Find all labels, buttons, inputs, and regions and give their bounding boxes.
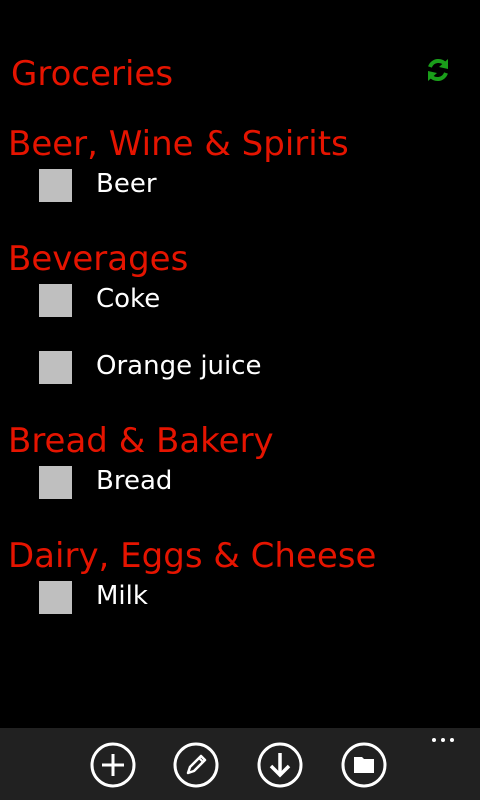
category-bread-bakery: Bread & Bakery Bread — [0, 417, 480, 532]
list-item[interactable]: Milk — [0, 580, 480, 647]
checkbox[interactable] — [39, 169, 72, 202]
category-beverages: Beverages Coke Orange juice — [0, 235, 480, 417]
header: Groceries — [0, 0, 480, 110]
list-item[interactable]: Orange juice — [0, 350, 480, 417]
item-label: Bread — [96, 466, 173, 496]
category-title: Beer, Wine & Spirits — [8, 124, 349, 164]
grocery-list: Beer, Wine & Spirits Beer Beverages Coke… — [0, 120, 480, 647]
more-icon[interactable] — [431, 734, 455, 746]
category-title: Dairy, Eggs & Cheese — [8, 536, 377, 576]
list-item[interactable]: Beer — [0, 168, 480, 235]
checkbox[interactable] — [39, 351, 72, 384]
sync-icon[interactable] — [424, 56, 452, 84]
category-title: Bread & Bakery — [8, 421, 274, 461]
page-title: Groceries — [11, 54, 174, 94]
add-icon[interactable] — [90, 742, 136, 788]
item-label: Milk — [96, 581, 148, 611]
item-label: Beer — [96, 169, 157, 199]
folder-icon[interactable] — [341, 742, 387, 788]
item-label: Coke — [96, 284, 161, 314]
download-icon[interactable] — [257, 742, 303, 788]
checkbox[interactable] — [39, 581, 72, 614]
edit-icon[interactable] — [173, 742, 219, 788]
category-title: Beverages — [8, 239, 189, 279]
app-bar — [0, 728, 480, 800]
category-beer-wine-spirits: Beer, Wine & Spirits Beer — [0, 120, 480, 235]
checkbox[interactable] — [39, 466, 72, 499]
item-label: Orange juice — [96, 351, 262, 381]
list-item[interactable]: Coke — [0, 283, 480, 350]
checkbox[interactable] — [39, 284, 72, 317]
list-item[interactable]: Bread — [0, 465, 480, 532]
category-dairy-eggs-cheese: Dairy, Eggs & Cheese Milk — [0, 532, 480, 647]
